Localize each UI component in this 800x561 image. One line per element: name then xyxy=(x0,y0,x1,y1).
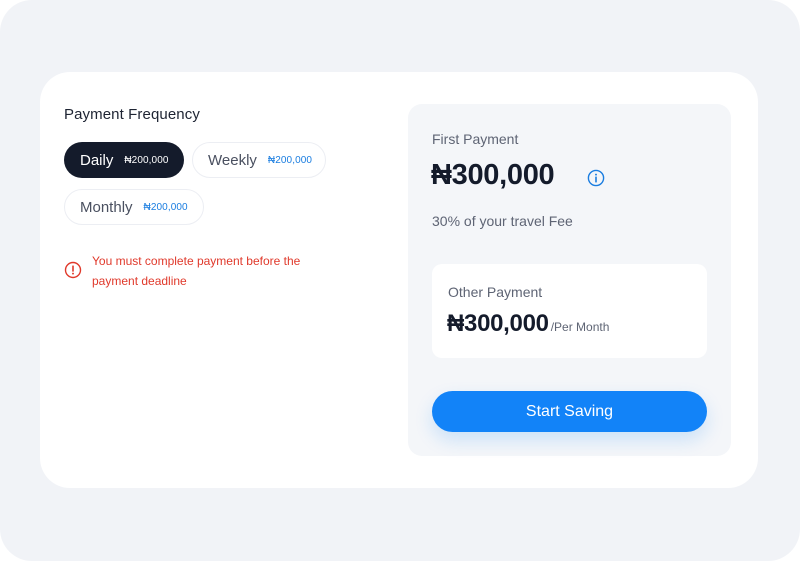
frequency-option-daily[interactable]: Daily ₦200,000 xyxy=(64,142,184,178)
first-payment-note: 30% of your travel Fee xyxy=(432,213,573,229)
other-payment-label: Other Payment xyxy=(448,284,543,300)
other-payment-card: Other Payment ₦300,000 /Per Month xyxy=(432,264,707,358)
first-payment-amount: ₦300,000 xyxy=(431,159,555,191)
other-payment-amount-row: ₦300,000 /Per Month xyxy=(447,310,609,338)
frequency-option-amount: ₦200,000 xyxy=(267,154,313,166)
frequency-option-label: Daily xyxy=(80,151,114,169)
start-saving-button[interactable]: Start Saving xyxy=(432,391,707,432)
payment-frequency-title: Payment Frequency xyxy=(64,106,200,123)
frequency-option-weekly[interactable]: Weekly ₦200,000 xyxy=(192,142,326,178)
frequency-option-label: Weekly xyxy=(208,151,257,169)
frequency-option-amount: ₦200,000 xyxy=(124,154,169,166)
info-circle-icon[interactable] xyxy=(587,169,605,187)
other-payment-amount: ₦300,000 xyxy=(447,310,549,337)
frequency-option-monthly[interactable]: Monthly ₦200,000 xyxy=(64,189,204,225)
warning-text: You must complete payment before the pay… xyxy=(92,254,301,288)
frequency-option-label: Monthly xyxy=(80,198,133,216)
frequency-option-amount: ₦200,000 xyxy=(143,201,188,213)
first-payment-label: First Payment xyxy=(432,131,519,147)
alert-circle-icon xyxy=(64,261,82,279)
payment-warning: You must complete payment before the pay… xyxy=(64,251,334,291)
other-payment-period: /Per Month xyxy=(550,320,610,334)
